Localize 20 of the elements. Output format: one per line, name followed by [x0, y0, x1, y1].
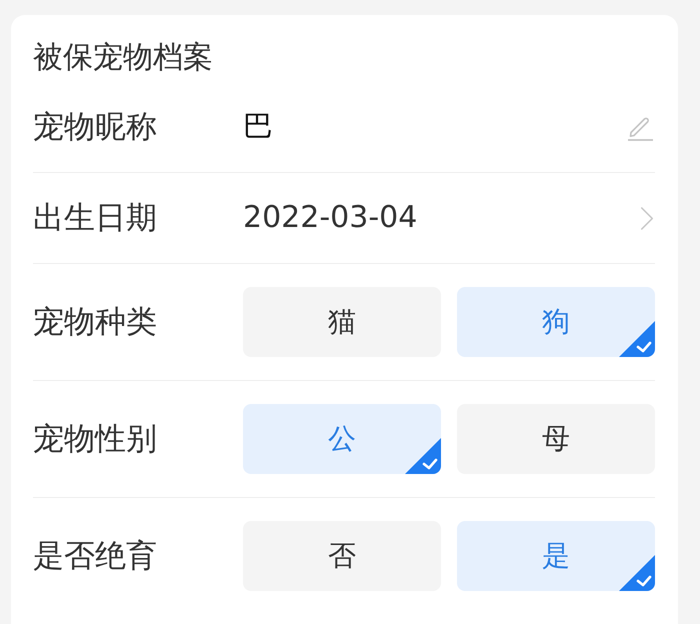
field-label: 宠物性别 — [33, 421, 158, 457]
date-value: 2022-03-04 — [243, 200, 418, 236]
option-button[interactable]: 是 — [457, 521, 655, 591]
option-button[interactable]: 公 — [243, 404, 441, 474]
field-value: 巴 — [243, 109, 273, 145]
nickname-field[interactable]: 巴 — [243, 102, 655, 152]
option-button[interactable]: 否 — [243, 521, 441, 591]
check-icon — [619, 555, 655, 591]
option-button[interactable]: 母 — [457, 404, 655, 474]
section-title: 被保宠物档案 — [33, 39, 214, 77]
field-label: 出生日期 — [33, 200, 158, 236]
date-picker[interactable]: 2022-03-04 — [243, 193, 655, 243]
field-label: 是否绝育 — [33, 538, 158, 574]
chevron-right-icon — [640, 204, 654, 232]
option-button[interactable]: 猫 — [243, 287, 441, 357]
field-label: 宠物种类 — [33, 304, 158, 340]
check-icon — [405, 438, 441, 474]
field-label: 宠物昵称 — [33, 109, 158, 145]
option-button[interactable]: 狗 — [457, 287, 655, 357]
check-icon — [619, 321, 655, 357]
